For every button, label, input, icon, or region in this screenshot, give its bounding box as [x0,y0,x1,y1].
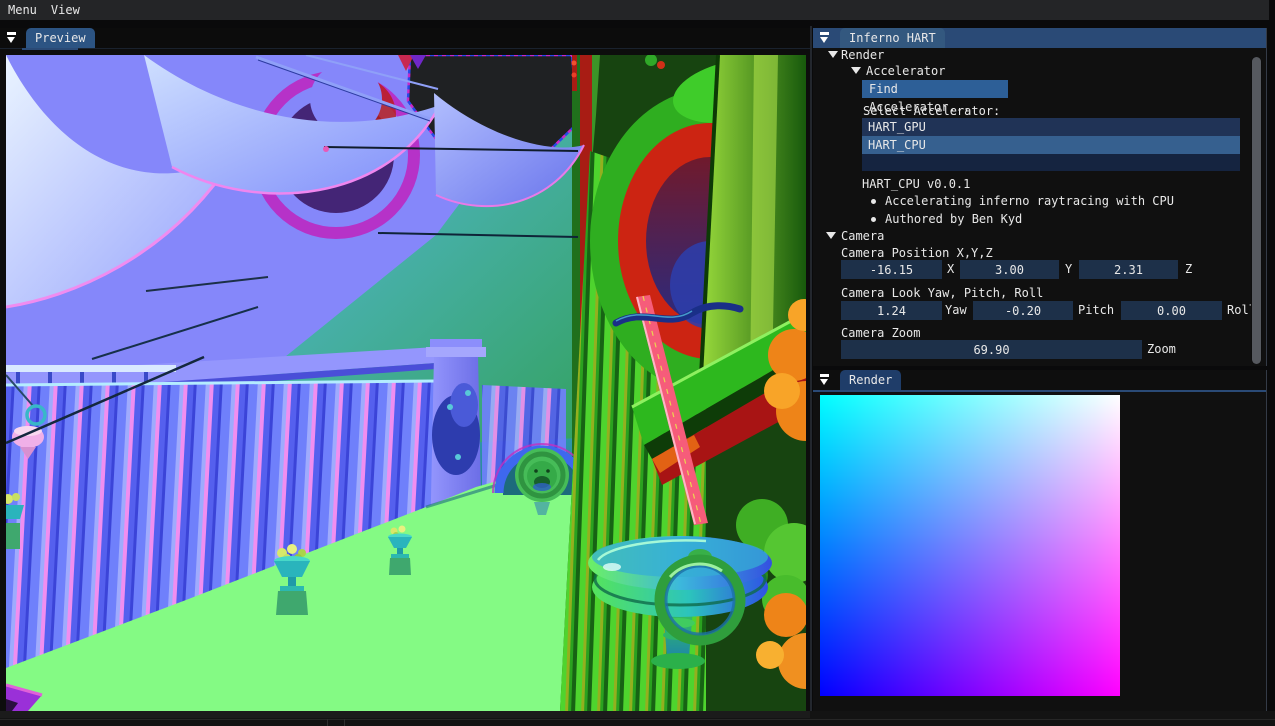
select-accelerator-label: Select Accelerator: [863,104,1000,118]
camera-roll-field[interactable]: 0.00 [1121,301,1222,320]
dock-handle-tick [327,719,328,726]
camera-zoom-field-label: Zoom [1147,340,1176,359]
camera-yaw-label: Yaw [945,301,967,320]
collapse-arrow-icon[interactable] [5,31,18,45]
camera-pitch-field[interactable]: -0.20 [973,301,1073,320]
scrollbar-thumb[interactable] [1252,57,1261,364]
render-output-image [820,395,1120,696]
collapse-arrow-icon[interactable] [818,31,831,45]
menu-bar: Menu View [0,0,1269,20]
camera-roll-label: Roll [1227,301,1252,320]
preview-tab-bar: Preview [0,28,810,48]
render-tab-bar: Render [813,370,1266,390]
render-panel: Render [813,370,1267,716]
preview-panel: Preview [0,28,810,726]
bottom-dock-splitter[interactable] [0,711,1275,726]
camera-zoom-label: Camera Zoom [841,326,920,340]
tab-underline-active [22,48,78,50]
menu-item-menu[interactable]: Menu [4,1,47,19]
camera-pos-z-label: Z [1185,260,1192,279]
tree-arrow-icon [826,232,836,239]
bottom-strip-fill [0,711,810,718]
tab-underline [0,48,810,49]
app-window: Menu View Preview [0,0,1275,726]
accelerator-listbox: HART_GPU HART_CPU [862,118,1240,171]
tab-underline [813,390,1266,392]
camera-pos-y-field[interactable]: 3.00 [960,260,1059,279]
dock-handle-tick [344,719,345,726]
preview-3d-scene [6,55,806,711]
camera-pos-y-label: Y [1065,260,1072,279]
inspector-title-bar: Inferno HART [813,28,1266,48]
camera-look-label: Camera Look Yaw, Pitch, Roll [841,286,1043,300]
inspector-content: Render Accelerator Find Accelerator... S… [813,48,1252,366]
tree-node-accelerator[interactable]: Accelerator [866,64,945,78]
camera-position-label: Camera Position X,Y,Z [841,246,993,260]
menu-item-view[interactable]: View [47,1,90,19]
inspector-panel: Inferno HART Render Accelerator Find Acc… [813,28,1267,366]
tree-arrow-icon [851,67,861,74]
accelerator-bullet-1: Accelerating inferno raytracing with CPU [885,194,1174,208]
bottom-divider-line [0,719,1275,720]
tab-render[interactable]: Render [840,370,901,390]
list-item-hart-gpu[interactable]: HART_GPU [862,118,1240,136]
bullet-icon [871,199,876,204]
camera-zoom-slider[interactable]: 69.90 [841,340,1142,359]
accelerator-bullet-2: Authored by Ben Kyd [885,212,1022,226]
find-accelerator-button[interactable]: Find Accelerator... [862,80,1008,98]
camera-yaw-field[interactable]: 1.24 [841,301,942,320]
camera-pos-z-field[interactable]: 2.31 [1079,260,1178,279]
collapse-arrow-icon[interactable] [818,373,831,387]
panel-splitter-vertical[interactable] [810,26,812,718]
accelerator-version-label: HART_CPU v0.0.1 [862,177,970,191]
scrollbar-track[interactable] [1251,57,1262,364]
camera-pitch-label: Pitch [1078,301,1114,320]
camera-pos-x-label: X [947,260,954,279]
bullet-icon [871,217,876,222]
preview-render-viewport[interactable] [6,55,806,711]
tree-node-render[interactable]: Render [841,48,884,62]
list-item-hart-cpu[interactable]: HART_CPU [862,136,1240,154]
camera-pos-x-field[interactable]: -16.15 [841,260,942,279]
tab-preview[interactable]: Preview [26,28,95,48]
tab-inferno-hart[interactable]: Inferno HART [840,28,945,48]
tree-arrow-icon [828,51,838,58]
tree-node-camera[interactable]: Camera [841,229,884,243]
